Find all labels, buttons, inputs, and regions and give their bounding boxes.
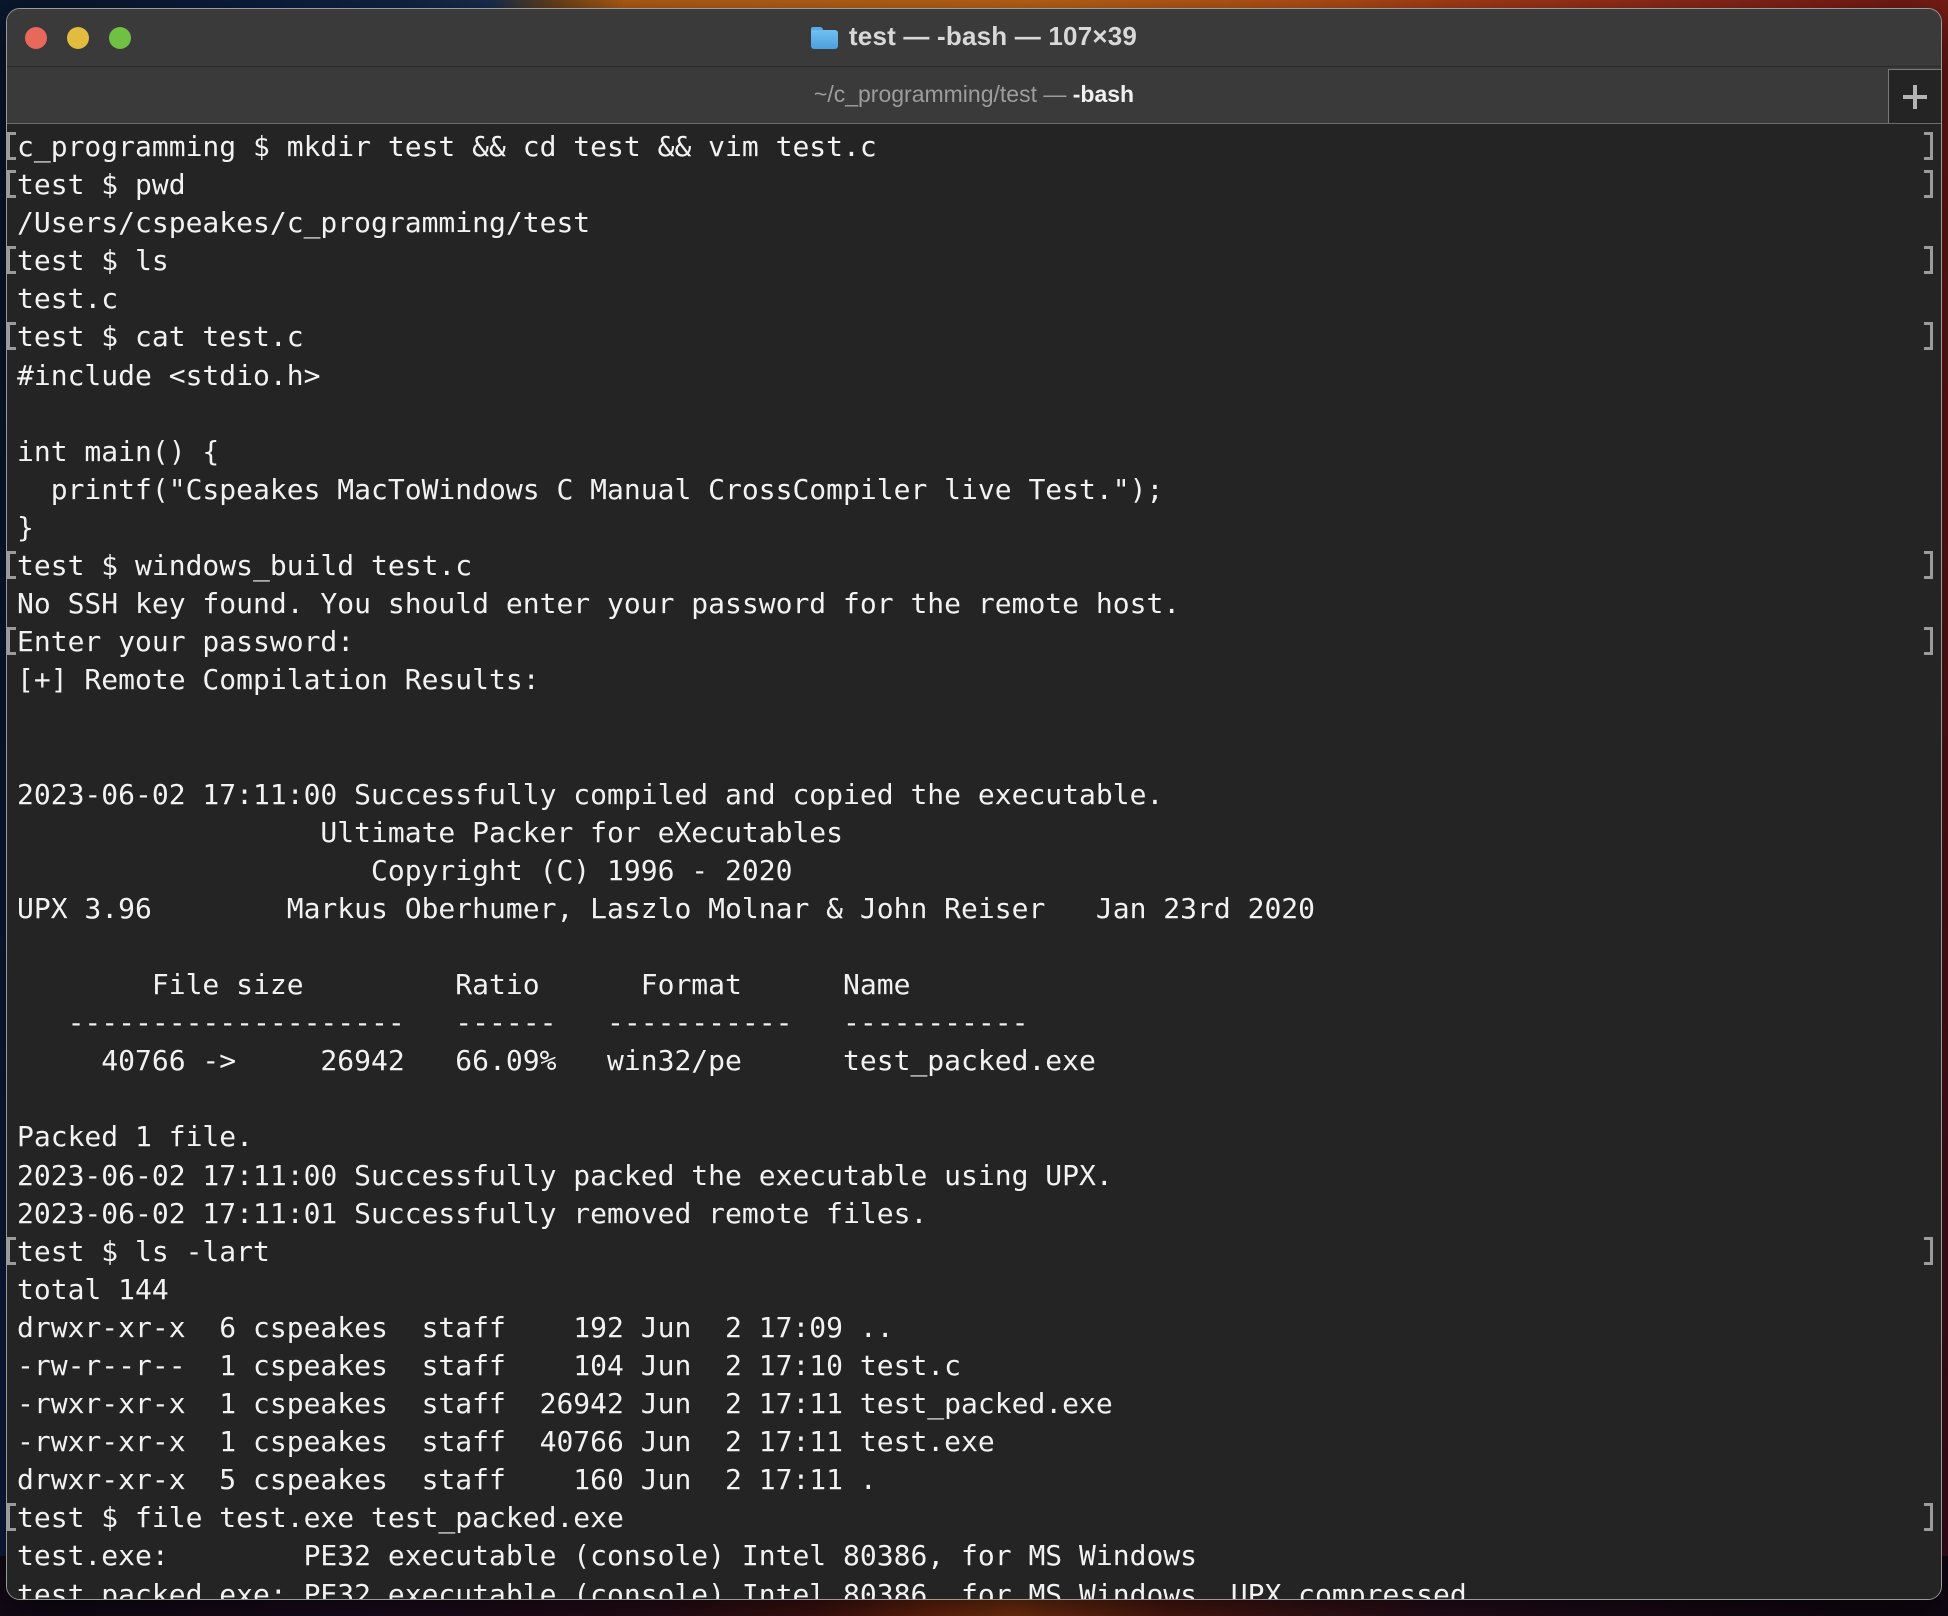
terminal-prompt-line: c_programming $ mkdir test && cd test &&… [7, 128, 1941, 166]
terminal-output-area[interactable]: c_programming $ mkdir test && cd test &&… [7, 124, 1941, 1600]
terminal-output-line: test.exe: PE32 executable (console) Inte… [7, 1537, 1941, 1575]
tab-active[interactable]: ~/c_programming/test — -bash [7, 81, 1941, 108]
terminal-line-text: Packed 1 file. [17, 1120, 254, 1154]
terminal-output-line: test_packed.exe: PE32 executable (consol… [7, 1576, 1941, 1600]
terminal-output-line: -rw-r--r-- 1 cspeakes staff 104 Jun 2 17… [7, 1347, 1941, 1385]
terminal-window: test — -bash — 107×39 ~/c_programming/te… [6, 8, 1942, 1600]
terminal-line-text: total 144 [17, 1272, 169, 1306]
terminal-line-text: int main() { [17, 434, 220, 468]
terminal-output-line: #include <stdio.h> [7, 357, 1941, 395]
terminal-output-line: total 144 [7, 1271, 1941, 1309]
terminal-output-line: Ultimate Packer for eXecutables [7, 814, 1941, 852]
terminal-prompt-line: test $ ls -lart [7, 1233, 1941, 1271]
terminal-output-line: Packed 1 file. [7, 1118, 1941, 1156]
terminal-prompt-line: test $ pwd [7, 166, 1941, 204]
terminal-line-text: 2023-06-02 17:11:00 Successfully compile… [17, 777, 1164, 811]
terminal-output-line: [+] Remote Compilation Results: [7, 661, 1941, 699]
terminal-line-text: 2023-06-02 17:11:01 Successfully removed… [17, 1196, 928, 1230]
terminal-line-text: test $ cat test.c [17, 320, 304, 354]
folder-icon [810, 27, 838, 49]
terminal-line-text: test $ ls -lart [17, 1234, 270, 1268]
terminal-output-line: 40766 -> 26942 66.09% win32/pe test_pack… [7, 1042, 1941, 1080]
terminal-output-line: File size Ratio Format Name [7, 966, 1941, 1004]
terminal-line-text: test.exe: PE32 executable (console) Inte… [17, 1539, 1198, 1573]
terminal-output-line: No SSH key found. You should enter your … [7, 585, 1941, 623]
terminal-line-text: UPX 3.96 Markus Oberhumer, Laszlo Molnar… [17, 891, 1316, 925]
terminal-line-text: test_packed.exe: PE32 executable (consol… [17, 1577, 1467, 1600]
terminal-prompt-line: test $ windows_build test.c [7, 547, 1941, 585]
terminal-output-line: -rwxr-xr-x 1 cspeakes staff 26942 Jun 2 … [7, 1385, 1941, 1423]
terminal-output-line: 2023-06-02 17:11:01 Successfully removed… [7, 1195, 1941, 1233]
terminal-prompt-line: test $ cat test.c [7, 318, 1941, 356]
terminal-output-line: /Users/cspeakes/c_programming/test [7, 204, 1941, 242]
terminal-output-line: 2023-06-02 17:11:00 Successfully compile… [7, 776, 1941, 814]
terminal-output-line: drwxr-xr-x 5 cspeakes staff 160 Jun 2 17… [7, 1461, 1941, 1499]
terminal-output-line: -------------------- ------ ----------- … [7, 1004, 1941, 1042]
terminal-prompt-line: Enter your password: [7, 623, 1941, 661]
terminal-line-text: test $ ls [17, 244, 169, 278]
terminal-line-text: No SSH key found. You should enter your … [17, 587, 1181, 621]
terminal-output-line: Copyright (C) 1996 - 2020 [7, 852, 1941, 890]
terminal-line-text: test $ pwd [17, 168, 186, 202]
terminal-output-line: printf("Cspeakes MacToWindows C Manual C… [7, 471, 1941, 509]
terminal-line-text: /Users/cspeakes/c_programming/test [17, 206, 591, 240]
window-titlebar[interactable]: test — -bash — 107×39 [7, 9, 1941, 67]
terminal-line-text: File size Ratio Format Name [17, 968, 911, 1002]
terminal-line-text: #include <stdio.h> [17, 358, 321, 392]
terminal-output-line: int main() { [7, 433, 1941, 471]
terminal-line-text: c_programming $ mkdir test && cd test &&… [17, 130, 877, 163]
terminal-line-text: 2023-06-02 17:11:00 Successfully packed … [17, 1158, 1113, 1192]
terminal-prompt-line: test $ ls [7, 242, 1941, 280]
terminal-line-text: Ultimate Packer for eXecutables [17, 815, 844, 849]
terminal-lines: c_programming $ mkdir test && cd test &&… [7, 128, 1941, 1600]
plus-icon [1903, 84, 1927, 109]
terminal-line-text: test $ windows_build test.c [17, 549, 473, 583]
window-title: test — -bash — 107×39 [7, 21, 1941, 52]
terminal-output-line: } [7, 509, 1941, 547]
terminal-line-text: 40766 -> 26942 66.09% win32/pe test_pack… [17, 1044, 1096, 1078]
terminal-output-line: 2023-06-02 17:11:00 Successfully packed … [7, 1157, 1941, 1195]
terminal-line-text: test $ file test.exe test_packed.exe [17, 1501, 624, 1535]
tab-shell-label: -bash [1072, 81, 1135, 107]
terminal-prompt-line: test $ file test.exe test_packed.exe [7, 1499, 1941, 1537]
terminal-output-line: -rwxr-xr-x 1 cspeakes staff 40766 Jun 2 … [7, 1423, 1941, 1461]
terminal-line-text: drwxr-xr-x 5 cspeakes staff 160 Jun 2 17… [17, 1463, 877, 1497]
terminal-line-text: drwxr-xr-x 6 cspeakes staff 192 Jun 2 17… [17, 1310, 894, 1344]
terminal-line-text: -rwxr-xr-x 1 cspeakes staff 26942 Jun 2 … [17, 1387, 1113, 1421]
terminal-output-line: drwxr-xr-x 6 cspeakes staff 192 Jun 2 17… [7, 1309, 1941, 1347]
terminal-line-text: Enter your password: [17, 625, 355, 659]
terminal-line-text: -------------------- ------ ----------- … [17, 1006, 1029, 1040]
terminal-line-text: [+] Remote Compilation Results: [17, 663, 540, 697]
terminal-output-line: UPX 3.96 Markus Oberhumer, Laszlo Molnar… [7, 890, 1941, 928]
terminal-line-text: -rw-r--r-- 1 cspeakes staff 104 Jun 2 17… [17, 1349, 962, 1382]
window-title-text: test — -bash — 107×39 [848, 21, 1138, 51]
tab-path-label: ~/c_programming/test — [813, 81, 1073, 107]
terminal-output-line: test.c [7, 280, 1941, 318]
terminal-line-text: } [17, 510, 34, 544]
terminal-line-text: test.c [17, 282, 119, 316]
terminal-line-text: -rwxr-xr-x 1 cspeakes staff 40766 Jun 2 … [17, 1425, 995, 1459]
terminal-line-text: printf("Cspeakes MacToWindows C Manual C… [17, 472, 1164, 506]
new-tab-button[interactable] [1888, 69, 1941, 123]
terminal-line-text: Copyright (C) 1996 - 2020 [17, 853, 793, 887]
tab-bar: ~/c_programming/test — -bash [7, 67, 1941, 124]
